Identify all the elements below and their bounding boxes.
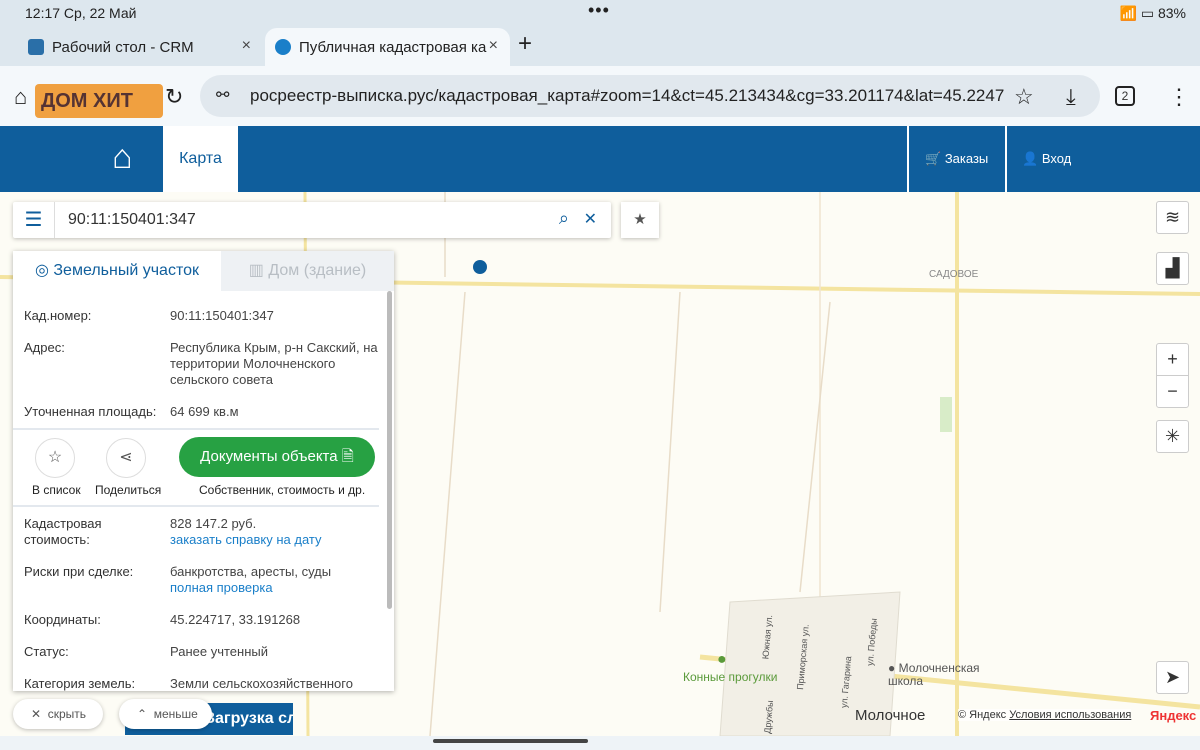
orders-label: Заказы <box>944 151 989 166</box>
hide-button[interactable]: ✕ скрыть <box>13 699 103 729</box>
loading-spinner-icon: ✳ <box>1156 420 1189 453</box>
home-icon[interactable]: ⌂ <box>14 84 27 110</box>
url-field[interactable]: ⚯ росреестр-выписка.рус/кадастровая_карта… <box>200 75 1100 117</box>
full-check-link[interactable]: полная проверка <box>170 580 273 595</box>
hide-label: скрыть <box>47 707 87 721</box>
tab-land-plot[interactable]: ◎ Земельный участок <box>13 251 221 291</box>
document-icon: 🗎 <box>341 448 354 465</box>
school-label: Молочненская школа <box>888 661 980 688</box>
tab-label: Дом (здание) <box>268 262 367 279</box>
map-poi-school[interactable]: ● Молочненская школа <box>888 662 998 688</box>
login-label: Вход <box>1041 151 1072 166</box>
row-value: Республика Крым, р-н Сакский, на террито… <box>170 340 378 387</box>
terms-link[interactable]: Условия использования <box>1009 709 1131 721</box>
search-icon[interactable]: ⌕ <box>559 208 569 229</box>
documents-label: Документы объекта <box>200 448 338 465</box>
tab-crm[interactable]: Рабочий стол - CRM × <box>18 28 263 66</box>
zoom-in-button[interactable]: + <box>1156 343 1189 376</box>
address-bar-row: ⌂ ↻ ⚯ росреестр-выписка.рус/кадастровая_к… <box>0 66 1200 126</box>
more-dots: ••• <box>588 0 610 20</box>
close-tab-icon[interactable]: × <box>489 37 498 55</box>
parcel-info-panel: ◎ Земельный участок ▥ Дом (здание) Кад.н… <box>13 251 394 691</box>
tab-title: Рабочий стол - CRM <box>52 38 194 56</box>
row-value: банкротства, аресты, суды полная проверка <box>170 564 380 596</box>
system-status-bar: 12:17 Ср, 22 Май ••• 📶 ▭ 83% <box>0 0 1200 26</box>
zoom-out-button[interactable]: − <box>1156 375 1189 408</box>
login-button[interactable]: 👤 Вход <box>1022 126 1071 192</box>
risk-value: банкротства, аресты, суды <box>170 564 332 579</box>
row-value: 45.224717, 33.191268 <box>170 612 301 627</box>
layers-button[interactable]: ≋ <box>1156 201 1189 234</box>
map-copyright: © Яндекс Условия использования <box>958 709 1132 721</box>
battery-percent: 83% <box>1157 5 1186 21</box>
row-label: Кадастровая стоимость: <box>24 516 102 547</box>
battery-level: 📶 ▭ 83% <box>1119 5 1186 21</box>
row-label: Статус: <box>24 644 69 659</box>
row-value: 828 147.2 руб. заказать справку на дату <box>170 516 380 548</box>
parcel-marker <box>473 260 487 274</box>
home-indicator[interactable] <box>433 739 588 743</box>
new-tab-button[interactable]: + <box>518 30 532 58</box>
reload-icon[interactable]: ↻ <box>165 84 183 110</box>
tab-count[interactable]: 2 <box>1115 86 1135 106</box>
share-label: Поделиться <box>95 483 162 497</box>
favorites-button[interactable]: ★ <box>621 202 659 238</box>
bookmark-star-icon[interactable]: ☆ <box>1014 84 1034 110</box>
tab-label: Земельный участок <box>53 262 199 279</box>
crm-favicon-icon <box>28 39 44 55</box>
gesture-bar <box>0 736 1200 750</box>
copyright-text: © Яндекс <box>958 709 1007 721</box>
domhit-overlay-logo: ДОМ ХИТ <box>35 84 163 118</box>
row-value: 64 699 кв.м <box>170 404 239 419</box>
add-to-list-label: В список <box>32 483 81 497</box>
row-label: Уточненная площадь: <box>24 404 157 419</box>
browser-tabs: Рабочий стол - CRM × Публичная кадастрова… <box>0 26 1200 66</box>
tab-title: Публичная кадастровая ка <box>299 38 487 56</box>
nav-map[interactable]: Карта <box>163 126 238 192</box>
url-text: росреестр-выписка.рус/кадастровая_карта#… <box>250 86 1005 105</box>
panel-scrollbar[interactable] <box>387 291 392 609</box>
cadnum-link[interactable]: 90:11:150401:347 <box>170 308 380 324</box>
yandex-logo[interactable]: Яндекс <box>1150 708 1196 723</box>
less-button[interactable]: ⌃ меньше <box>119 699 212 729</box>
row-label: Адрес: <box>24 340 65 355</box>
close-tab-icon[interactable]: × <box>242 37 251 55</box>
row-value: Ранее учтенный <box>170 644 268 659</box>
tab-cadastral-map[interactable]: Публичная кадастровая ка × <box>265 28 510 66</box>
cost-value: 828 147.2 руб. <box>170 516 257 531</box>
documents-button[interactable]: Документы объекта 🗎 <box>179 437 375 477</box>
horse-icon: ● <box>717 651 727 668</box>
site-header: ⌂ Карта 🛒 Заказы 👤 Вход <box>0 126 1200 192</box>
search-input[interactable]: 90:11:150401:347 <box>68 211 196 229</box>
clock: 12:17 Ср, 22 Май <box>25 5 137 21</box>
download-icon[interactable]: ⤓ <box>1066 84 1076 110</box>
row-label: Категория земель: <box>24 676 136 691</box>
documents-subtitle: Собственник, стоимость и др. <box>199 483 366 497</box>
site-home-icon[interactable]: ⌂ <box>112 138 133 177</box>
add-to-list-button[interactable]: ☆ <box>35 438 75 478</box>
map-label-sadovoe: САДОВОЕ <box>929 269 979 280</box>
cadastral-search-bar: ☰ 90:11:150401:347 ⌕ ✕ <box>13 202 611 238</box>
orders-button[interactable]: 🛒 Заказы <box>925 126 988 192</box>
tab-building[interactable]: ▥ Дом (здание) <box>221 251 394 291</box>
ruler-button[interactable]: ▟ <box>1156 252 1189 285</box>
home-favicon-icon <box>275 39 291 55</box>
menu-icon[interactable]: ☰ <box>13 202 55 238</box>
map-label-molochnoe: Молочное <box>855 707 926 724</box>
geolocation-button[interactable]: ➤ <box>1156 661 1189 694</box>
browser-menu-icon[interactable]: ⋮ <box>1168 84 1190 110</box>
site-settings-icon[interactable]: ⚯ <box>216 75 229 117</box>
clear-icon[interactable]: ✕ <box>584 209 597 229</box>
row-label: Координаты: <box>24 612 101 627</box>
share-button[interactable]: ⋖ <box>106 438 146 478</box>
order-certificate-link[interactable]: заказать справку на дату <box>170 532 322 547</box>
map-poi-riding[interactable]: Конные прогулки <box>683 670 777 684</box>
row-value: Земли сельскохозяйственного <box>170 676 353 691</box>
row-label: Кад.номер: <box>24 308 92 323</box>
less-label: меньше <box>153 707 198 721</box>
row-label: Риски при сделке: <box>24 564 134 579</box>
